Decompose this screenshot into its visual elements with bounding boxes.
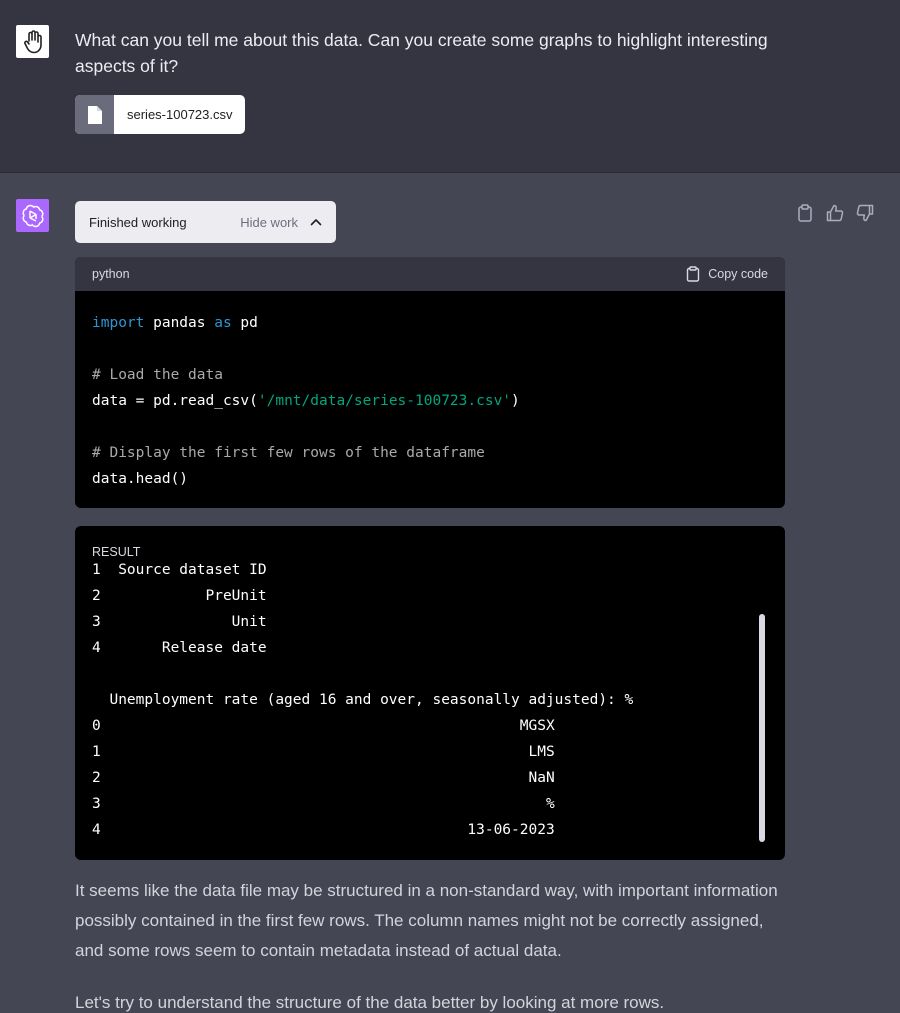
clipboard-icon — [798, 204, 812, 222]
work-toggle[interactable]: Finished working Hide work — [75, 201, 336, 243]
assistant-answer: It seems like the data file may be struc… — [75, 876, 795, 1013]
result-row: 1 LMS — [92, 744, 555, 760]
hand-icon — [23, 29, 42, 53]
code-content[interactable]: import pandas as pd # Load the data data… — [75, 291, 785, 492]
code-header: python Copy code — [75, 257, 785, 291]
answer-paragraph: It seems like the data file may be struc… — [75, 881, 778, 960]
file-icon — [87, 105, 102, 124]
code-language: python — [92, 267, 130, 281]
result-row: 3 Unit — [92, 614, 267, 630]
code-comment: # Display the first few rows of the data… — [92, 445, 485, 461]
code-text: pd — [231, 315, 258, 331]
message-actions — [795, 203, 875, 223]
user-message-block: What can you tell me about this data. Ca… — [0, 0, 900, 173]
result-row: 1 Source dataset ID — [92, 562, 267, 578]
file-name: series-100723.csv — [127, 107, 233, 122]
result-row: 0 MGSX — [92, 718, 555, 734]
thumbs-down-icon — [856, 204, 874, 222]
copy-code-button[interactable]: Copy code — [686, 266, 768, 282]
clipboard-icon — [687, 266, 700, 282]
code-string: '/mnt/data/series-100723.csv' — [257, 393, 512, 409]
user-avatar — [16, 25, 49, 58]
result-scrollbar[interactable] — [759, 614, 765, 842]
code-keyword: import — [92, 315, 145, 331]
code-block: python Copy code import pandas as pd # L… — [75, 257, 785, 508]
file-attachment[interactable]: series-100723.csv — [75, 95, 245, 134]
result-block: RESULT 1 Source dataset ID 2 PreUnit 3 U… — [75, 526, 785, 860]
chevron-up-icon — [310, 219, 322, 226]
answer-paragraph: Let's try to understand the structure of… — [75, 993, 665, 1012]
result-label: RESULT — [92, 545, 141, 559]
copy-code-label: Copy code — [708, 267, 768, 281]
result-row: 2 PreUnit — [92, 588, 267, 604]
file-icon-box — [75, 95, 114, 134]
hide-work-button[interactable]: Hide work — [240, 215, 298, 230]
result-row: 4 13-06-2023 — [92, 822, 555, 838]
thumbs-up-icon — [826, 204, 844, 222]
user-message-text: What can you tell me about this data. Ca… — [75, 30, 768, 76]
thumbs-up-button[interactable] — [825, 203, 845, 223]
code-text: pandas — [144, 315, 215, 331]
code-text: data = pd.read_csv( — [92, 393, 258, 409]
result-row: 2 NaN — [92, 770, 555, 786]
thumbs-down-button[interactable] — [855, 203, 875, 223]
assistant-avatar — [16, 199, 49, 232]
code-comment: # Load the data — [92, 367, 223, 383]
result-row: 3 % — [92, 796, 555, 812]
work-status: Finished working — [89, 214, 187, 230]
code-text: ) — [511, 393, 520, 409]
code-text: data.head() — [92, 471, 189, 487]
result-output[interactable]: 1 Source dataset ID 2 PreUnit 3 Unit 4 R… — [92, 557, 761, 843]
result-column-header: Unemployment rate (aged 16 and over, sea… — [92, 692, 634, 708]
result-row: 4 Release date — [92, 640, 267, 656]
openai-logo-icon — [22, 204, 43, 227]
code-keyword: as — [214, 315, 232, 331]
copy-message-button[interactable] — [795, 203, 815, 223]
